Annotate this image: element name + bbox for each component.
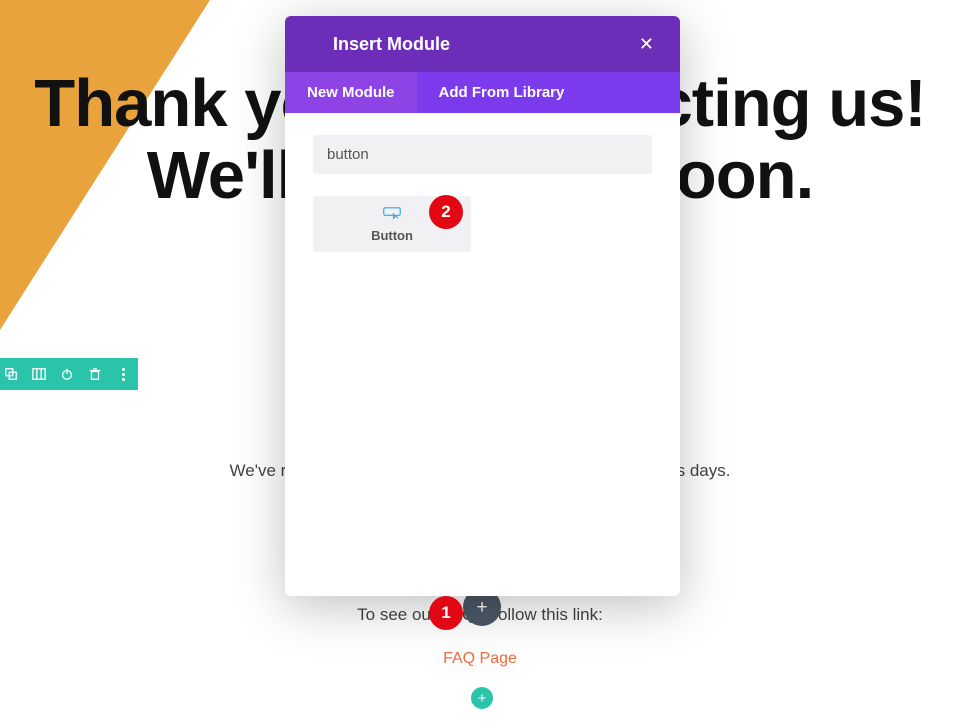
module-grid: Button [313, 196, 652, 252]
module-card-label: Button [371, 228, 413, 243]
close-icon[interactable]: ✕ [639, 34, 654, 55]
module-search-input[interactable] [313, 135, 652, 174]
toolbar-columns-icon[interactable] [32, 367, 46, 381]
faq-page-link[interactable]: FAQ Page [0, 650, 960, 668]
tab-filler [586, 72, 680, 113]
plus-icon: + [478, 691, 487, 706]
tab-new-module[interactable]: New Module [285, 72, 417, 113]
toolbar-trash-icon[interactable] [88, 367, 102, 381]
toolbar-more-icon[interactable] [116, 367, 130, 381]
annotation-badge-2: 2 [429, 195, 463, 229]
modal-title: Insert Module [333, 34, 450, 55]
tab-add-from-library[interactable]: Add From Library [417, 72, 587, 113]
insert-module-modal: Insert Module ✕ New Module Add From Libr… [285, 16, 680, 596]
modal-header: Insert Module ✕ [285, 16, 680, 72]
plus-icon: + [476, 598, 487, 617]
toolbar-move-icon[interactable] [4, 367, 18, 381]
modal-tabs: New Module Add From Library [285, 72, 680, 113]
modal-body: Button [285, 113, 680, 596]
row-toolbar[interactable] [0, 358, 138, 390]
button-module-icon [383, 206, 401, 225]
toolbar-power-icon[interactable] [60, 367, 74, 381]
annotation-badge-1: 1 [429, 596, 463, 630]
add-row-button[interactable]: + [471, 687, 493, 709]
